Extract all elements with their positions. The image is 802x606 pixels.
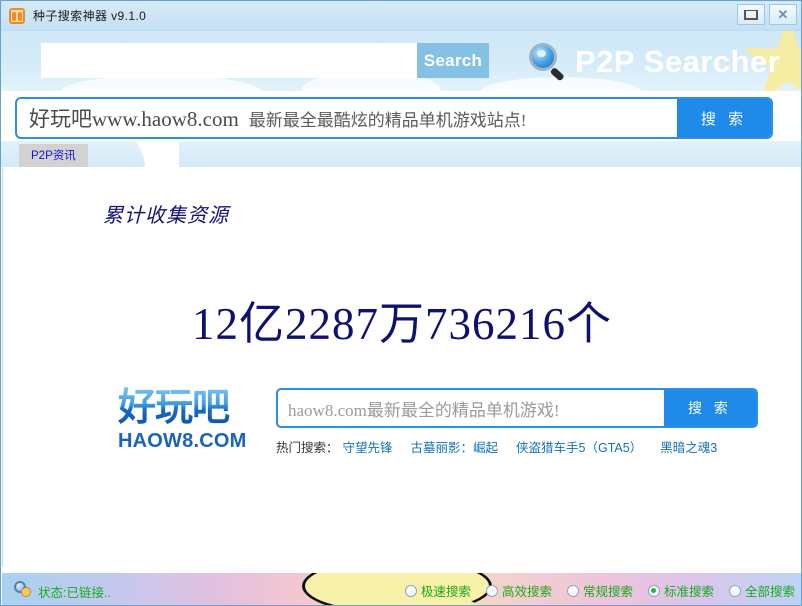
hot-search-item[interactable]: 古墓丽影：崛起	[411, 437, 499, 456]
main-search-bar: Search	[41, 43, 489, 78]
brand-logo: P2P Searcher	[529, 43, 781, 82]
status-bar: 状态:已链接.. 极速搜索 高效搜索 常规搜索 标准搜索 全部搜索	[2, 573, 801, 605]
content-area: 累计收集资源 12亿2287万736216个 好玩吧 HAOW8.COM 搜 索…	[2, 167, 800, 567]
search-mode-group: 极速搜索 高效搜索 常规搜索 标准搜索 全部搜索	[404, 581, 795, 600]
radio-label: 全部搜索	[744, 585, 795, 599]
radio-icon-selected	[647, 584, 660, 597]
radio-mode-3[interactable]: 标准搜索	[647, 581, 714, 600]
hot-search-item[interactable]: 守望先锋	[343, 437, 393, 456]
status-text: 状态:已链接..	[38, 586, 111, 600]
haow8-search-button[interactable]: 搜 索	[664, 390, 756, 426]
radio-mode-1[interactable]: 高效搜索	[485, 581, 552, 600]
hot-search-label: 热门搜索：	[276, 441, 339, 455]
radio-icon	[728, 584, 741, 597]
tab-curve-decoration	[89, 141, 179, 167]
tab-strip: P2P资讯	[1, 141, 801, 167]
brand-title: P2P Searcher	[575, 44, 781, 79]
ad-banner-search-button[interactable]: 搜 索	[677, 99, 771, 137]
close-icon: ✕	[777, 6, 789, 22]
minimize-icon	[744, 9, 758, 20]
title-bar: 种子搜索神器 v9.1.0 ✕	[1, 1, 801, 31]
search-input[interactable]	[41, 43, 417, 78]
tab-p2p-news[interactable]: P2P资讯	[19, 144, 88, 167]
ad-banner-text: 好玩吧www.haow8.com 最新最全最酷炫的精品单机游戏站点!	[17, 99, 677, 137]
header-band: ★ Search P2P Searcher 好玩吧单机游戏最好玩的单机游戏	[1, 31, 801, 91]
hot-search-row: 热门搜索： 守望先锋 古墓丽影：崛起 侠盗猎车手5（GTA5） 黑暗之魂3	[276, 437, 735, 456]
haow8-logo-en: HAOW8.COM	[118, 430, 247, 452]
radio-mode-0[interactable]: 极速搜索	[404, 581, 471, 600]
binoculars-icon	[8, 7, 26, 25]
radio-label: 极速搜索	[420, 585, 471, 599]
minimize-button[interactable]	[737, 4, 765, 25]
haow8-widget: 好玩吧 HAOW8.COM 搜 索 热门搜索： 守望先锋 古墓丽影：崛起 侠盗猎…	[118, 385, 758, 465]
app-window: 种子搜索神器 v9.1.0 ✕ ★ Search P2P Searcher 好玩…	[0, 0, 802, 606]
search-button[interactable]: Search	[417, 43, 489, 78]
haow8-search-input[interactable]	[278, 390, 664, 426]
haow8-search-bar: 搜 索	[276, 388, 758, 428]
ad-banner-tagline: 最新最全最酷炫的精品单机游戏站点!	[248, 110, 527, 130]
close-button[interactable]: ✕	[769, 4, 797, 25]
radio-mode-4[interactable]: 全部搜索	[728, 581, 795, 600]
window-title: 种子搜索神器 v9.1.0	[33, 9, 147, 23]
radio-icon	[404, 584, 417, 597]
connected-icon	[14, 581, 31, 598]
haow8-logo[interactable]: 好玩吧 HAOW8.COM	[118, 387, 266, 453]
hot-search-item[interactable]: 侠盗猎车手5（GTA5）	[516, 437, 642, 456]
radio-label: 常规搜索	[582, 585, 633, 599]
ad-banner-url: 好玩吧www.haow8.com	[29, 107, 239, 131]
ad-banner: 好玩吧www.haow8.com 最新最全最酷炫的精品单机游戏站点! 搜 索	[15, 97, 773, 139]
collected-count: 12亿2287万736216个	[191, 299, 612, 349]
window-controls: ✕	[737, 4, 797, 25]
collected-label: 累计收集资源	[103, 205, 229, 227]
magnifier-icon	[529, 43, 569, 82]
hot-search-item[interactable]: 黑暗之魂3	[660, 437, 717, 456]
radio-icon	[485, 584, 498, 597]
radio-label: 高效搜索	[501, 585, 552, 599]
radio-mode-2[interactable]: 常规搜索	[566, 581, 633, 600]
haow8-logo-cn: 好玩吧	[118, 387, 266, 429]
radio-label: 标准搜索	[663, 585, 714, 599]
radio-icon	[566, 584, 579, 597]
